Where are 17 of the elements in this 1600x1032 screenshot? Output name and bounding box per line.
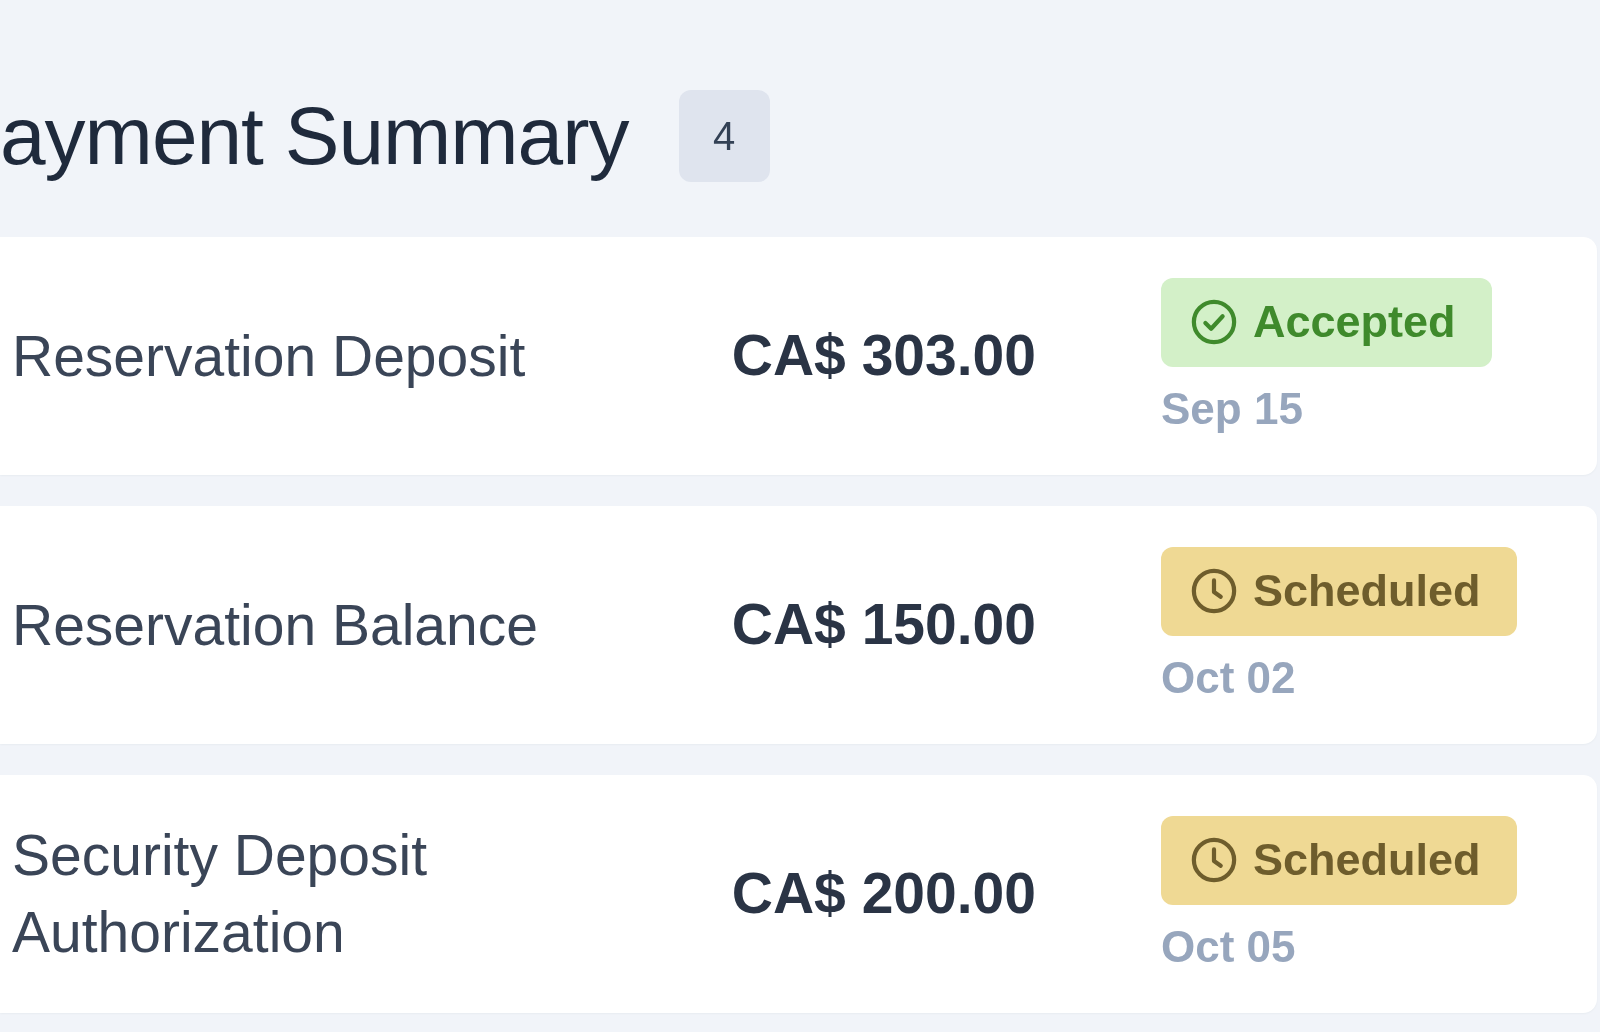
check-circle-icon xyxy=(1191,299,1237,345)
payment-amount: CA$ 150.00 xyxy=(730,591,1036,659)
count-badge: 4 xyxy=(678,90,770,182)
payment-label: Security Deposit Authorization xyxy=(12,822,428,966)
payment-label: Reservation Deposit xyxy=(12,322,527,390)
payment-amount: CA$ 200.00 xyxy=(730,860,1036,928)
status-text: Accepted xyxy=(1253,295,1456,350)
section-title: ayment Summary xyxy=(0,90,629,182)
clock-icon xyxy=(1191,837,1237,883)
status-text: Scheduled xyxy=(1253,564,1481,619)
payment-date: Oct 05 xyxy=(1161,921,1296,971)
payment-date: Oct 02 xyxy=(1161,652,1296,702)
payment-label: Reservation Balance xyxy=(12,591,539,659)
payment-date: Sep 15 xyxy=(1161,383,1303,433)
clock-icon xyxy=(1191,568,1237,614)
status-text: Scheduled xyxy=(1253,833,1481,888)
payment-amount: CA$ 303.00 xyxy=(730,322,1036,390)
